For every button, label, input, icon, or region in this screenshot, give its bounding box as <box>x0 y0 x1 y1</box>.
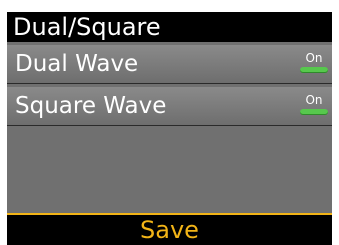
option-dual-wave[interactable]: Dual Wave On <box>7 45 332 84</box>
toggle-on-icon <box>300 67 328 73</box>
option-label-square-wave: Square Wave <box>15 93 167 119</box>
toggle-state-text: On <box>305 93 323 107</box>
toggle-on-icon <box>300 109 328 115</box>
empty-list-area <box>7 130 332 213</box>
dual-wave-toggle[interactable]: On <box>300 51 328 79</box>
device-screen: Dual/Square Dual Wave On Square Wave On … <box>7 12 332 245</box>
option-label-dual-wave: Dual Wave <box>15 51 139 77</box>
save-button[interactable]: Save <box>7 213 332 245</box>
option-square-wave[interactable]: Square Wave On <box>7 87 332 126</box>
toggle-state-text: On <box>305 51 323 65</box>
page-title: Dual/Square <box>7 12 332 42</box>
square-wave-toggle[interactable]: On <box>300 93 328 121</box>
